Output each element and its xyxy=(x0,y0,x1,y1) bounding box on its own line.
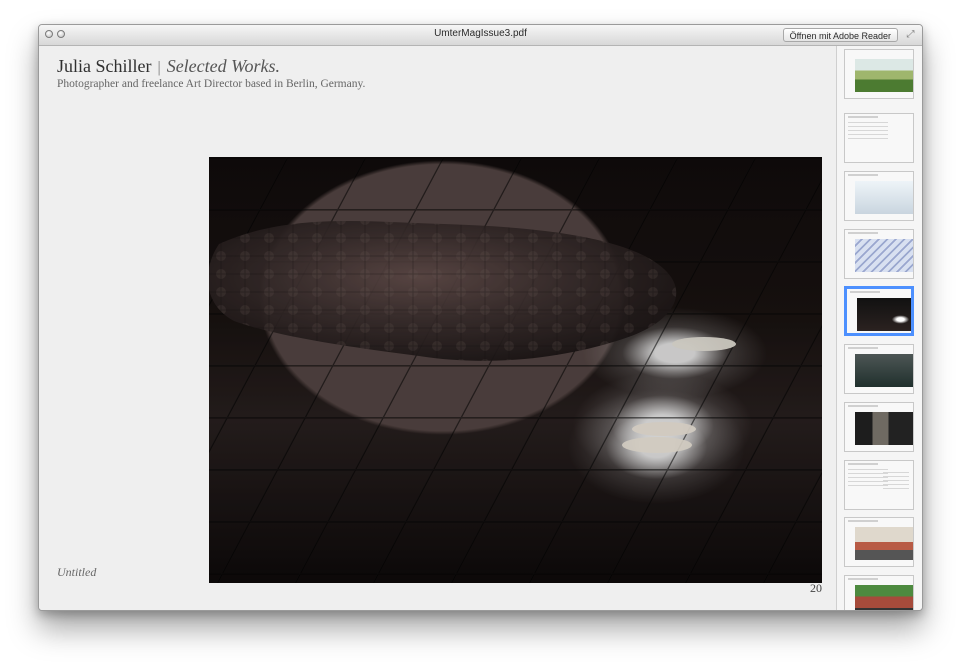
thumbnail-image xyxy=(855,354,913,387)
thumbnail-page-selected[interactable] xyxy=(844,286,914,336)
author-description: Photographer and freelance Art Director … xyxy=(57,78,366,90)
page-number: 20 xyxy=(810,581,822,595)
floor-photo-illustration xyxy=(209,157,822,583)
thumbnail-text-lines xyxy=(848,122,888,142)
thumbnail-page[interactable] xyxy=(844,113,914,163)
thumbnail-image xyxy=(855,181,913,214)
fullscreen-icon[interactable]: ⤢ xyxy=(905,29,916,40)
thumbnail-image xyxy=(855,239,913,272)
thumbnail-image xyxy=(855,59,913,92)
thumbnail-title-line xyxy=(848,463,878,465)
pdf-page: Julia Schiller | Selected Works. Photograp… xyxy=(39,46,837,610)
thumbnail-title-line xyxy=(848,405,878,407)
thumbnail-title-line xyxy=(848,232,878,234)
document-title-line: Julia Schiller | Selected Works. xyxy=(57,56,817,77)
thumbnail-page[interactable] xyxy=(844,575,914,610)
thumbnail-title-line xyxy=(848,578,878,580)
pdf-preview-window: UmterMagIssue3.pdf Öffnen mit Adobe Read… xyxy=(38,24,923,611)
window-titlebar: UmterMagIssue3.pdf Öffnen mit Adobe Read… xyxy=(39,25,922,46)
title-separator: | xyxy=(157,59,161,76)
thumbnail-image xyxy=(857,298,911,331)
thumbnail-page[interactable] xyxy=(844,402,914,452)
thumbnail-text-lines xyxy=(883,472,909,492)
portfolio-subtitle: Selected Works. xyxy=(166,56,280,76)
thumbnail-title-line xyxy=(848,520,878,522)
featured-photo xyxy=(209,157,822,583)
thumbnail-image xyxy=(855,527,913,560)
document-header: Julia Schiller | Selected Works. Photograp… xyxy=(57,56,817,90)
photo-caption: Untitled xyxy=(57,565,97,579)
thumbnail-page[interactable] xyxy=(844,171,914,221)
thumbnail-title-line xyxy=(848,116,878,118)
author-name: Julia Schiller xyxy=(57,56,152,76)
thumbnail-sidebar[interactable] xyxy=(836,46,922,610)
thumbnail-image xyxy=(855,412,913,445)
open-with-adobe-reader-button[interactable]: Öffnen mit Adobe Reader xyxy=(782,28,898,42)
thumbnail-page[interactable] xyxy=(844,517,914,567)
thumbnail-title-line xyxy=(848,174,878,176)
thumbnail-page[interactable] xyxy=(844,49,914,99)
photo-shadow-overlay xyxy=(209,157,822,583)
thumbnail-text-lines xyxy=(848,469,888,489)
thumbnail-image xyxy=(855,585,913,610)
thumbnail-page[interactable] xyxy=(844,229,914,279)
thumbnail-page[interactable] xyxy=(844,344,914,394)
thumbnail-title-line xyxy=(848,347,878,349)
thumbnail-page[interactable] xyxy=(844,460,914,510)
thumbnail-title-line xyxy=(850,291,880,293)
